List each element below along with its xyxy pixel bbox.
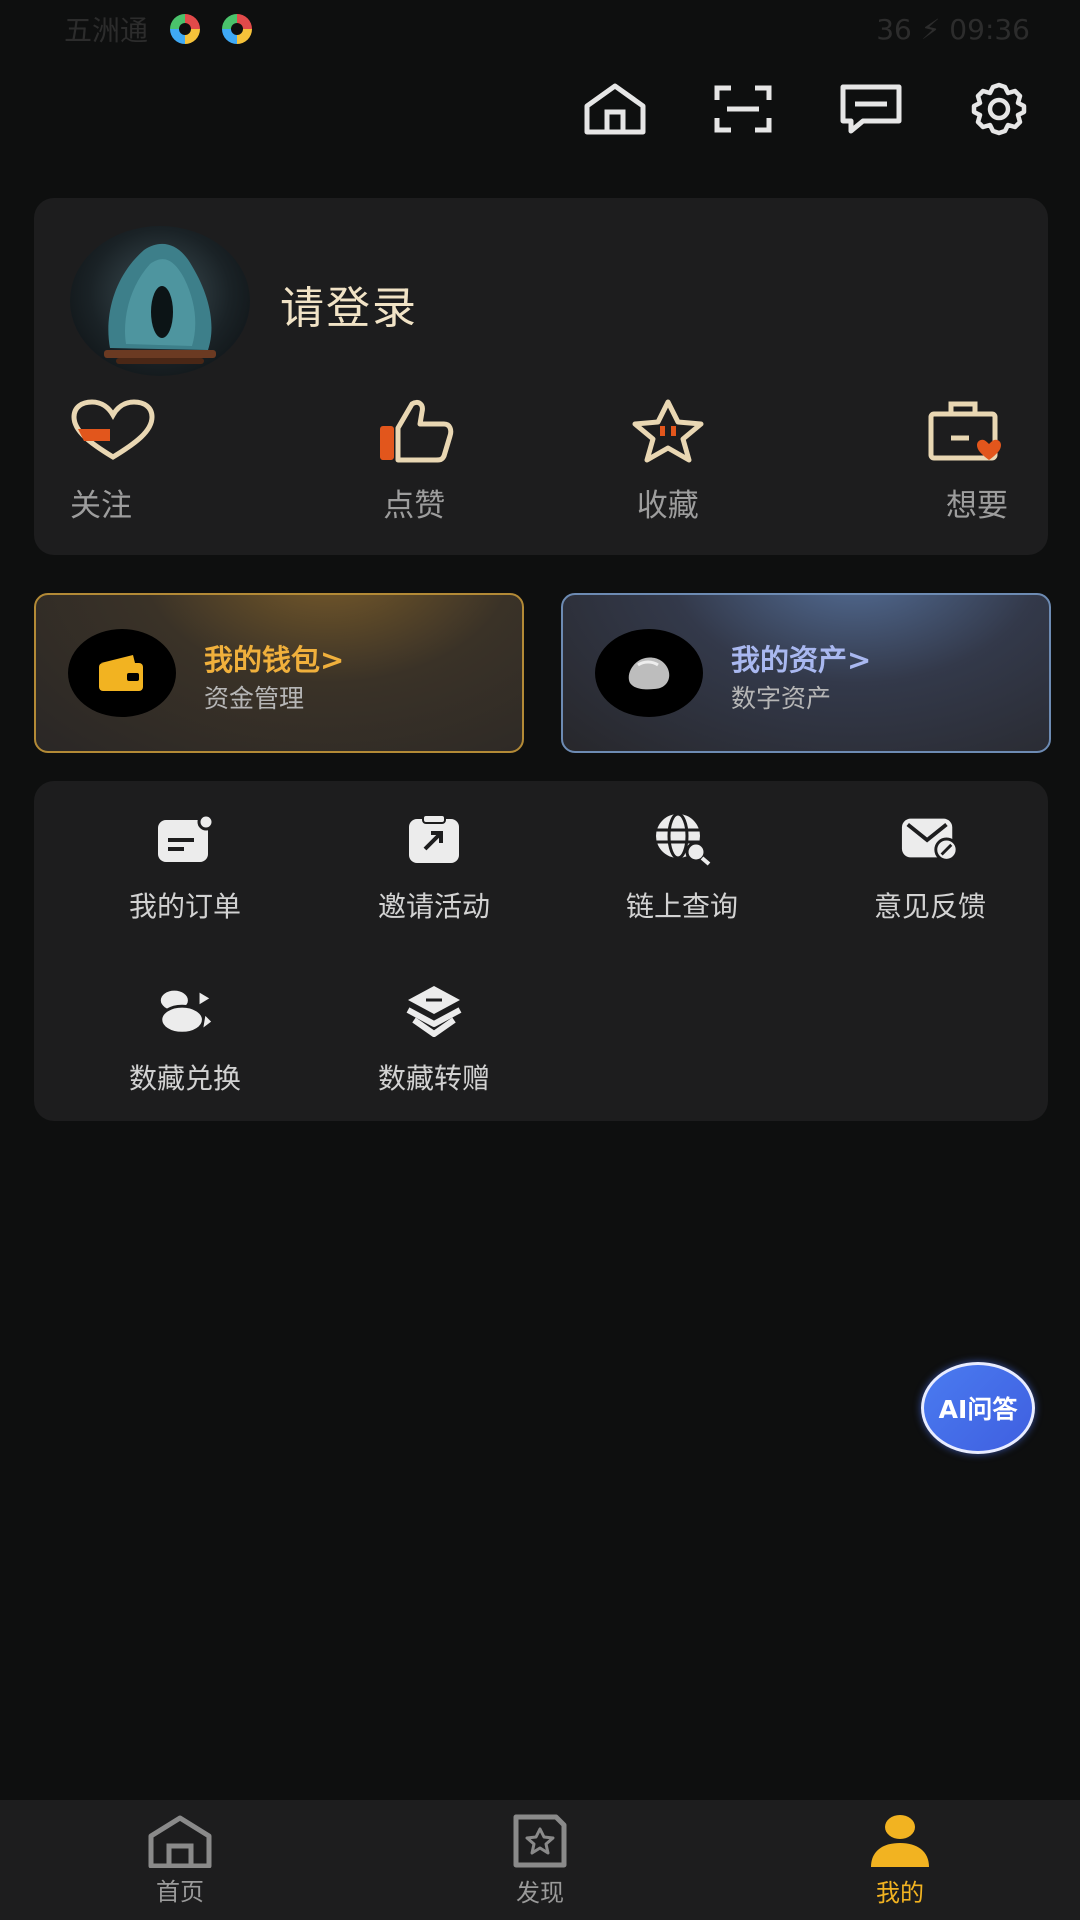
profile-stats: 关注 点赞 收藏 想要 — [34, 396, 1048, 525]
feedback-icon — [900, 811, 960, 867]
stat-label: 收藏 — [636, 488, 699, 524]
order-icon — [155, 811, 215, 867]
profile-icon — [871, 1814, 929, 1867]
stone-icon — [595, 629, 703, 717]
service-label: 链上查询 — [625, 890, 738, 923]
assets-title: 我的资产> — [731, 643, 872, 677]
briefcase-heart-icon — [922, 396, 1008, 466]
nav-discover[interactable]: 发现 — [360, 1800, 720, 1920]
exchange-icon — [155, 983, 215, 1039]
status-time: 36 ⚡ 09:36 — [876, 12, 1030, 46]
service-transfer[interactable]: 数藏转赠 — [329, 983, 539, 1097]
scan-icon[interactable] — [710, 78, 776, 140]
nav-label: 首页 — [156, 1877, 204, 1906]
wallet-card[interactable]: 我的钱包> 资金管理 — [34, 593, 524, 753]
nav-label: 发现 — [516, 1878, 564, 1907]
assets-subtitle: 数字资产 — [731, 684, 832, 713]
ai-qa-button[interactable]: AI问答 — [921, 1362, 1035, 1454]
discover-icon — [513, 1814, 567, 1867]
service-label: 邀请活动 — [377, 890, 490, 923]
nav-label: 我的 — [876, 1878, 924, 1907]
invite-icon — [404, 811, 464, 867]
stat-label: 想要 — [946, 488, 1008, 524]
message-icon[interactable] — [838, 78, 904, 140]
service-label: 意见反馈 — [873, 890, 986, 923]
service-chain-query[interactable]: 链上查询 — [577, 811, 787, 925]
home-icon — [148, 1815, 212, 1868]
service-invite[interactable]: 邀请活动 — [329, 811, 539, 925]
nav-home[interactable]: 首页 — [0, 1800, 360, 1920]
heart-icon — [70, 396, 156, 466]
nav-profile[interactable]: 我的 — [720, 1800, 1080, 1920]
stat-follow[interactable]: 关注 — [34, 396, 288, 525]
bottom-nav: 首页 发现 我的 — [0, 1800, 1080, 1920]
profile-card: 请登录 关注 点赞 收藏 想要 — [34, 198, 1048, 555]
avatar[interactable] — [70, 226, 250, 376]
stat-collect[interactable]: 收藏 — [541, 396, 795, 525]
wallet-icon — [68, 629, 176, 717]
home-icon[interactable] — [582, 78, 648, 140]
status-bar: 五洲通 36 ⚡ 09:36 — [0, 0, 1080, 58]
stat-like[interactable]: 点赞 — [288, 396, 542, 525]
service-my-orders[interactable]: 我的订单 — [80, 811, 290, 925]
star-icon — [625, 396, 711, 466]
wallet-title: 我的钱包> — [204, 643, 345, 677]
settings-icon[interactable] — [966, 78, 1032, 140]
top-toolbar — [582, 78, 1032, 140]
chain-search-icon — [652, 811, 712, 867]
services-card: 我的订单 邀请活动 链上查询 意见反馈 数藏兑换 数藏转赠 — [34, 781, 1048, 1121]
stat-want[interactable]: 想要 — [795, 396, 1049, 525]
assets-card[interactable]: 我的资产> 数字资产 — [561, 593, 1051, 753]
app-notification-icon — [222, 14, 253, 44]
wallet-subtitle: 资金管理 — [204, 684, 305, 713]
profile-screen: 五洲通 36 ⚡ 09:36 请登录 关注 点赞 收藏 想要 我的钱包> 资金管… — [0, 0, 1080, 1920]
thumbs-up-icon — [371, 396, 457, 466]
transfer-icon — [404, 983, 464, 1039]
service-feedback[interactable]: 意见反馈 — [825, 811, 1035, 925]
service-label: 我的订单 — [128, 890, 241, 923]
stat-label: 关注 — [70, 488, 132, 524]
service-label: 数藏转赠 — [377, 1062, 490, 1095]
app-notification-icon — [170, 14, 201, 44]
service-exchange[interactable]: 数藏兑换 — [80, 983, 290, 1097]
carrier-text: 五洲通 — [64, 14, 149, 47]
stat-label: 点赞 — [383, 488, 446, 524]
service-label: 数藏兑换 — [128, 1062, 241, 1095]
login-prompt[interactable]: 请登录 — [280, 272, 418, 336]
